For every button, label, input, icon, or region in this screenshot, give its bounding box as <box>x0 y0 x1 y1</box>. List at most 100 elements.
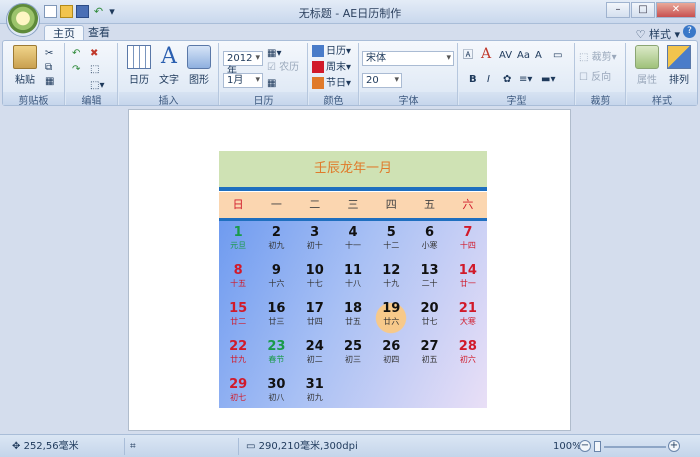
lunar-date: 初六 <box>459 355 476 364</box>
lunar-toggle[interactable]: ☑ 农历 <box>267 61 299 75</box>
group-clipboard-label: 剪贴板 <box>3 92 64 107</box>
day-cell: 29 初七 <box>219 375 257 413</box>
insert-calendar-label: 日历 <box>129 75 149 86</box>
group-color: 日历▾ 周末▾ 节日▾ 颜色 <box>309 43 359 107</box>
select-icon[interactable]: ⬚ <box>90 63 99 77</box>
select-all-icon[interactable]: ⬚▾ <box>90 79 104 93</box>
zoom-out-button[interactable]: − <box>579 440 591 452</box>
zoom-slider-thumb[interactable] <box>594 441 601 452</box>
font-family-select[interactable]: 宋体 <box>362 51 454 66</box>
lunar-date: 廿二 <box>230 317 247 326</box>
minimize-button[interactable]: – <box>606 2 630 18</box>
year-select[interactable]: 2012年 <box>223 51 263 77</box>
tab-home[interactable]: 主页 <box>44 25 84 41</box>
reverse-toggle[interactable]: ☐ 反向 <box>579 71 611 85</box>
cut-icon[interactable]: ✂ <box>45 47 53 61</box>
arrange-button[interactable]: 排列 <box>661 45 697 86</box>
application-orb-button[interactable] <box>6 3 40 37</box>
zoom-level: 100% <box>553 441 582 452</box>
effects-icon[interactable]: ✿ <box>503 73 511 87</box>
help-icon[interactable]: ? <box>683 25 696 38</box>
change-case-icon[interactable]: Aa <box>517 49 530 63</box>
lunar-date: 大寒 <box>459 317 476 326</box>
status-separator <box>238 438 239 455</box>
day-number: 15 <box>229 301 248 316</box>
text-color-icon[interactable]: A <box>481 47 491 61</box>
lunar-date: 廿三 <box>268 317 285 326</box>
day-cell: 1 元旦 <box>219 223 257 261</box>
day-number: 10 <box>305 263 324 278</box>
group-insert: 日历 A 文字 图形 插入 <box>119 43 219 107</box>
font-size-select[interactable]: 20 <box>362 73 402 88</box>
lunar-date: 十八 <box>345 279 361 288</box>
day-number: 16 <box>267 301 286 316</box>
weekend-color-label: 周末 <box>326 62 346 73</box>
lunar-date: 廿四 <box>306 317 323 326</box>
calendar-object[interactable]: 壬辰龙年一月 日一二三四五六 1 元旦 2 初九 3 初十 4 十一 5 十二 6 小寒 7 十四 8 十五 9… <box>219 151 487 408</box>
day-cell: 26 初四 <box>372 337 410 375</box>
tab-view[interactable]: 查看 <box>80 25 118 41</box>
arrange-icon <box>667 45 691 69</box>
day-cell: 14 廿一 <box>449 261 487 299</box>
window-title: 无标题 - AE日历制作 <box>298 7 402 20</box>
border-icon[interactable]: ▬▾ <box>541 73 555 87</box>
day-cell: 28 初六 <box>449 337 487 375</box>
lunar-date: 十四 <box>459 241 476 250</box>
day-number: 14 <box>458 263 477 278</box>
holiday-color-button[interactable]: 节日▾ <box>312 77 351 91</box>
zoom-in-button[interactable]: + <box>668 440 680 452</box>
close-button[interactable]: ✕ <box>656 2 696 18</box>
delete-icon[interactable]: ✖ <box>90 47 98 61</box>
copy-icon[interactable]: ⧉ <box>45 61 52 75</box>
crop-icon: ⬚ <box>579 52 589 63</box>
group-edit: ↶ ✖ ↷ ⬚ ⬚▾ 编辑 <box>66 43 118 107</box>
crop-label: 裁剪 <box>591 52 612 63</box>
lunar-date: 十六 <box>268 279 285 288</box>
maximize-button[interactable]: □ <box>631 2 655 18</box>
bold-button[interactable]: B <box>469 73 477 87</box>
holiday-color-label: 节日 <box>326 78 346 89</box>
lunar-date: 初九 <box>306 393 323 402</box>
weekday-label: 五 <box>424 198 436 211</box>
day-cell: 27 初五 <box>411 337 449 375</box>
text-box-icon[interactable]: ▭ <box>553 49 562 63</box>
day-number: 11 <box>343 263 363 278</box>
day-number: 21 <box>458 301 477 316</box>
day-cell: 15 廿二 <box>219 299 257 337</box>
day-number: 18 <box>343 301 363 316</box>
align-icon[interactable]: ≡▾ <box>519 73 532 87</box>
font-grow-icon[interactable]: A <box>535 49 542 63</box>
format-painter-icon[interactable]: ▦ <box>45 75 54 89</box>
month-select[interactable]: 1月 <box>223 73 263 88</box>
day-cell: 30 初八 <box>257 375 295 413</box>
weekday-label: 四 <box>385 198 397 211</box>
month-layout-icon[interactable]: ▦ <box>267 77 276 91</box>
calendar-title: 壬辰龙年一月 <box>219 151 487 187</box>
calendar-color-button[interactable]: 日历▾ <box>312 45 351 59</box>
lunar-date: 十五 <box>230 279 247 288</box>
weekday-label: 一 <box>270 198 282 211</box>
char-spacing-icon[interactable]: AV <box>499 49 512 63</box>
calendar-divider <box>219 187 487 191</box>
weekday-label: 六 <box>462 198 474 211</box>
italic-button[interactable]: I <box>487 73 490 87</box>
group-edit-label: 编辑 <box>66 92 117 107</box>
group-calendar-label: 日历 <box>220 92 307 107</box>
day-number: 27 <box>420 339 439 354</box>
zoom-slider-track[interactable] <box>604 446 666 448</box>
group-char: 🄰 A AV Aa A ▭ B I ✿ ≡▾ ▬▾ 字型 <box>459 43 575 107</box>
day-number: 31 <box>305 377 324 392</box>
text-a-icon: A <box>161 44 177 69</box>
properties-button[interactable]: 属性 <box>629 45 665 86</box>
crop-button[interactable]: ⬚ 裁剪▾ <box>579 51 617 65</box>
day-cell: 23 春节 <box>257 337 295 375</box>
holiday-color-icon <box>312 77 324 89</box>
font-color-icon[interactable]: 🄰 <box>463 49 473 63</box>
redo-icon[interactable]: ↷ <box>72 63 80 77</box>
paste-button[interactable]: 粘贴 <box>7 45 43 86</box>
undo-ribbon-icon[interactable]: ↶ <box>72 47 80 61</box>
year-layout-icon[interactable]: ▦▾ <box>267 47 281 61</box>
insert-shape-button[interactable]: 图形 <box>181 45 217 86</box>
weekend-color-button[interactable]: 周末▾ <box>312 61 351 75</box>
day-number: 4 <box>348 225 358 240</box>
